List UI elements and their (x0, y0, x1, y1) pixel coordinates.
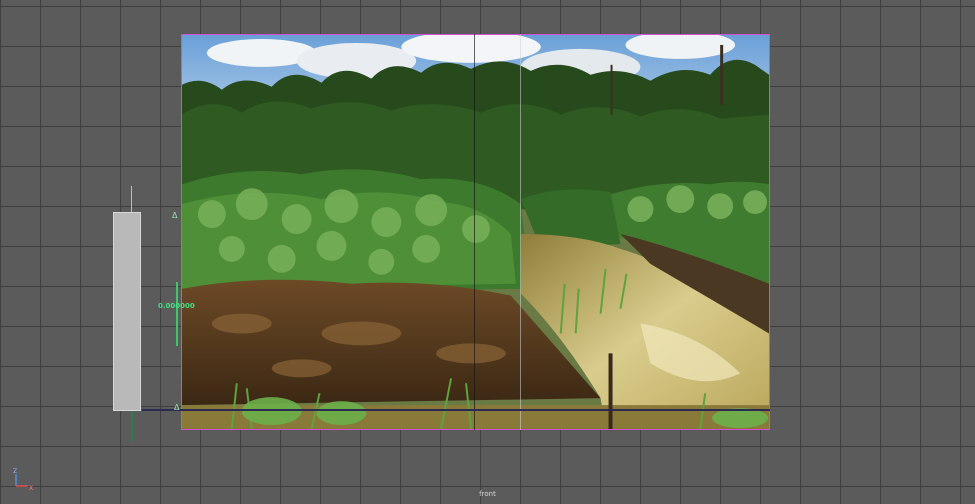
scene-viewport[interactable]: 0.000000 Δ Δ front Z X (0, 0, 975, 504)
image-plane[interactable] (181, 34, 770, 430)
view-name-label: front (479, 490, 496, 498)
measure-tick-bottom: Δ (174, 403, 180, 412)
card-pivot-bottom (131, 411, 133, 441)
camera-guide-line-secondary (520, 34, 521, 430)
camera-guide-line (474, 34, 475, 430)
card-pivot-top (131, 186, 132, 213)
axis-x-label: X (29, 485, 33, 492)
axis-gizmo-icon: Z X (10, 468, 34, 492)
field-photo (182, 35, 769, 429)
ground-guide-line (142, 409, 770, 411)
measure-tick-top: Δ (172, 211, 178, 220)
distance-measure-label: 0.000000 (158, 302, 195, 310)
card-object-side-view[interactable] (113, 212, 141, 411)
distance-measure-bar[interactable] (176, 282, 178, 346)
axis-z-label: Z (13, 468, 17, 475)
